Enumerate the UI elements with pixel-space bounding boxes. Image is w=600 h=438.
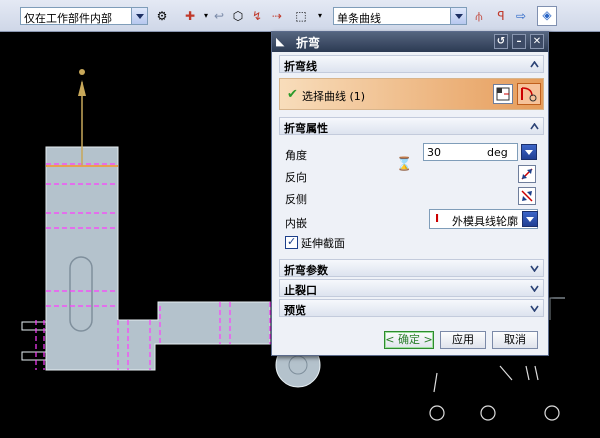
reverse-direction-button[interactable] bbox=[518, 165, 536, 183]
selection-filter-combo[interactable]: 仅在工作部件内部 bbox=[20, 7, 148, 25]
chevron-up-icon bbox=[530, 123, 539, 130]
ok-button[interactable]: < 确定 > bbox=[384, 331, 434, 349]
angle-unit-field: deg bbox=[484, 143, 518, 161]
angle-value: 30 bbox=[427, 146, 441, 159]
section-bend-props-header[interactable]: 折弯属性 bbox=[279, 117, 544, 135]
select-curve-row[interactable]: ✔ 选择曲线 (1) bbox=[279, 78, 544, 110]
mold-line-icon: Ⅰ bbox=[435, 212, 440, 225]
extend-section-label: 延伸截面 bbox=[301, 237, 345, 250]
part-icon[interactable]: ⬡ bbox=[230, 8, 246, 24]
minimize-button[interactable]: – bbox=[512, 34, 526, 49]
dialog-title: 折弯 bbox=[296, 36, 321, 50]
filter-settings-icon[interactable]: ⚙ bbox=[154, 8, 170, 24]
cancel-button[interactable]: 取消 bbox=[492, 331, 538, 349]
flip-side-button[interactable] bbox=[518, 187, 536, 205]
intersect-icon[interactable]: ↯ bbox=[249, 8, 265, 24]
csys-markers bbox=[429, 365, 560, 421]
section-relief-header[interactable]: 止裂口 bbox=[279, 279, 544, 297]
chevron-down-icon[interactable] bbox=[522, 211, 538, 227]
section-bend-params-title: 折弯参数 bbox=[284, 264, 328, 277]
chevron-down-icon bbox=[530, 265, 539, 272]
reverse-arrows-icon bbox=[521, 168, 533, 180]
bend-feature-icon: ◣ bbox=[276, 35, 285, 48]
flip-side-label: 反侧 bbox=[285, 193, 307, 206]
section-bend-line-header[interactable]: 折弯线 bbox=[279, 55, 544, 73]
snap-point-icon[interactable]: ✚ bbox=[182, 8, 198, 24]
close-button[interactable]: ✕ bbox=[530, 34, 544, 49]
section-bend-line-title: 折弯线 bbox=[284, 60, 317, 73]
section-relief-title: 止裂口 bbox=[284, 284, 317, 297]
selection-filter-value: 仅在工作部件内部 bbox=[24, 12, 112, 25]
chevron-down-icon bbox=[450, 8, 466, 24]
section-bend-props-title: 折弯属性 bbox=[284, 122, 328, 135]
extend-section-checkbox[interactable] bbox=[285, 235, 298, 249]
reverse-label: 反向 bbox=[285, 171, 307, 184]
view-cube-icon[interactable]: ◈ bbox=[537, 6, 557, 26]
select-curve-label: 选择曲线 (1) bbox=[302, 90, 366, 103]
undo-icon[interactable]: ↩ bbox=[211, 8, 227, 24]
chevron-down-icon bbox=[530, 305, 539, 312]
hourglass-icon: ⌛ bbox=[396, 157, 413, 172]
chevron-down-icon[interactable]: ▾ bbox=[312, 8, 328, 24]
dialog-titlebar[interactable]: ◣ 折弯 ↺ – ✕ bbox=[272, 32, 548, 52]
chevron-up-icon bbox=[530, 61, 539, 68]
flip-arrows-icon bbox=[521, 190, 533, 202]
follow-fillet-icon[interactable]: ⇨ bbox=[513, 8, 529, 24]
chevron-down-icon bbox=[530, 285, 539, 292]
section-preview-header[interactable]: 预览 bbox=[279, 299, 544, 317]
section-preview-title: 预览 bbox=[284, 304, 306, 317]
curve-rule-combo[interactable]: 单条曲线 bbox=[333, 7, 467, 25]
main-toolbar: 仅在工作部件内部 ⚙ ✚ ▾ ↩ ⬡ ↯ ⇢ ⬚ ▾ 单条曲线 ⫛ ꟼ ⇨ ◈ bbox=[0, 0, 600, 32]
curve-select-icon[interactable] bbox=[517, 83, 541, 105]
inset-label: 内嵌 bbox=[285, 217, 307, 230]
sketch-section-icon[interactable] bbox=[493, 84, 513, 104]
tangent-curves-icon[interactable]: ⫛ bbox=[471, 8, 487, 24]
apply-button[interactable]: 应用 bbox=[440, 331, 486, 349]
check-icon: ✔ bbox=[287, 87, 298, 102]
stop-at-intersection-icon[interactable]: ꟼ bbox=[493, 8, 509, 24]
reset-button[interactable]: ↺ bbox=[494, 34, 508, 49]
angle-unit: deg bbox=[487, 146, 508, 159]
dialog-footer: < 确定 > 应用 取消 bbox=[272, 324, 548, 355]
angle-input[interactable]: 30 bbox=[423, 143, 485, 161]
inset-value: 外模具线轮廓 bbox=[452, 215, 518, 228]
slot-hole bbox=[69, 256, 93, 332]
chevron-down-icon bbox=[131, 8, 147, 24]
angle-dropdown-button[interactable] bbox=[521, 144, 537, 160]
section-bend-params-header[interactable]: 折弯参数 bbox=[279, 259, 544, 277]
select-box-icon[interactable]: ⬚ bbox=[293, 8, 309, 24]
extend-icon[interactable]: ⇢ bbox=[269, 8, 285, 24]
curve-rule-value: 单条曲线 bbox=[337, 12, 381, 25]
bend-dialog: ◣ 折弯 ↺ – ✕ 折弯线 ✔ 选择曲线 (1) 折弯属性 角度 30 deg… bbox=[271, 31, 549, 356]
angle-label: 角度 bbox=[285, 149, 307, 162]
